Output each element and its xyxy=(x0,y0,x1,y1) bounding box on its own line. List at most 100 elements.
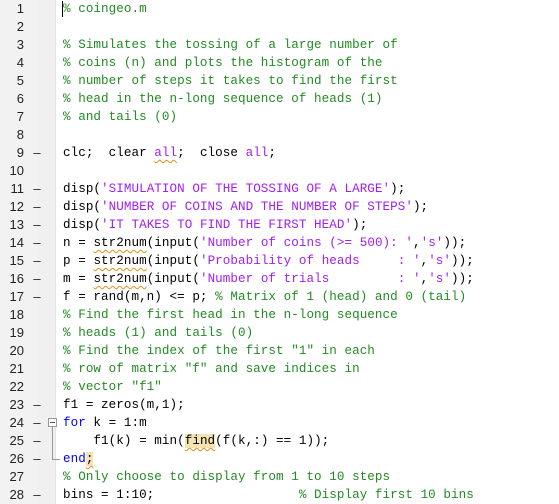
executable-line-marker[interactable]: – xyxy=(30,432,44,450)
line-number: 14 xyxy=(9,235,24,250)
code-token: str2num xyxy=(93,254,147,268)
code-token: (input( xyxy=(146,272,200,286)
executable-line-marker[interactable]: – xyxy=(30,252,44,270)
code-line[interactable]: 11– disp('SIMULATION OF THE TOSSING OF A … xyxy=(0,180,559,198)
code-text: % Find the index of the first "1" in eac… xyxy=(63,342,375,360)
code-line[interactable]: 6 % head in the n-long sequence of heads … xyxy=(0,90,559,108)
code-line[interactable]: 3 % Simulates the tossing of a large numb… xyxy=(0,36,559,54)
line-number: 4 xyxy=(16,55,24,70)
executable-line-marker[interactable]: – xyxy=(30,234,44,252)
code-token: 'Number of trials : ' xyxy=(199,272,421,286)
code-token: disp( xyxy=(63,182,102,196)
code-token: % head in the n-long sequence of heads (… xyxy=(63,92,383,106)
code-token: % Find the index of the first "1" in eac… xyxy=(63,344,375,358)
code-text: disp('NUMBER OF COINS AND THE NUMBER OF … xyxy=(63,198,428,216)
line-number: 21 xyxy=(9,361,24,376)
code-text: % Only choose to display from 1 to 10 st… xyxy=(63,468,390,486)
code-line[interactable]: 20 % Find the index of the first "1" in e… xyxy=(0,342,559,360)
code-token: f1(k) = min( xyxy=(63,434,185,448)
code-token: ; xyxy=(85,452,94,466)
code-token: str2num xyxy=(93,236,147,250)
executable-line-marker[interactable]: – xyxy=(30,396,44,414)
code-token: ; close xyxy=(177,146,246,160)
code-text: p = str2num(input('Probability of heads … xyxy=(63,252,474,270)
code-token: % and tails (0) xyxy=(63,110,178,124)
line-number: 19 xyxy=(9,325,24,340)
code-token: clc; clear xyxy=(63,146,155,160)
executable-line-marker[interactable]: – xyxy=(30,216,44,234)
code-line[interactable]: 10 xyxy=(0,162,559,180)
code-line[interactable]: 5 % number of steps it takes to find the … xyxy=(0,72,559,90)
code-line[interactable]: 19 % heads (1) and tails (0) xyxy=(0,324,559,342)
code-line[interactable]: 22 % vector "f1" xyxy=(0,378,559,396)
executable-line-marker[interactable]: – xyxy=(30,144,44,162)
code-text: disp('IT TAKES TO FIND THE FIRST HEAD'); xyxy=(63,216,367,234)
code-line[interactable]: 7 % and tails (0) xyxy=(0,108,559,126)
line-number: 22 xyxy=(9,379,24,394)
line-number: 28 xyxy=(9,487,24,502)
code-token: % Only choose to display from 1 to 10 st… xyxy=(63,470,391,484)
line-number: 13 xyxy=(9,217,24,232)
code-token: )); xyxy=(451,254,474,268)
line-number: 26 xyxy=(9,451,24,466)
code-token: )); xyxy=(443,236,467,250)
code-line[interactable]: 4 % coins (n) and plots the histogram of … xyxy=(0,54,559,72)
code-line[interactable]: 16– m = str2num(input('Number of trials :… xyxy=(0,270,559,288)
line-number: 11 xyxy=(10,181,25,196)
code-line[interactable]: 21 % row of matrix "f" and save indices i… xyxy=(0,360,559,378)
executable-line-marker[interactable]: – xyxy=(30,450,44,468)
code-line[interactable]: 15– p = str2num(input('Probability of hea… xyxy=(0,252,559,270)
line-number: 12 xyxy=(9,199,24,214)
code-line[interactable]: 2 xyxy=(0,18,559,36)
line-number: 5 xyxy=(16,73,24,88)
code-token: all xyxy=(154,146,178,160)
code-token: p = xyxy=(63,254,94,268)
code-line[interactable]: 24– for k = 1:m xyxy=(0,414,559,432)
code-token: % vector "f1" xyxy=(63,380,162,394)
code-line[interactable]: 25– f1(k) = min(find(f(k,:) == 1)); xyxy=(0,432,559,450)
executable-line-marker[interactable]: – xyxy=(30,288,44,306)
executable-line-marker[interactable]: – xyxy=(30,198,44,216)
code-text: % coins (n) and plots the histogram of t… xyxy=(63,54,383,72)
code-text: % Simulates the tossing of a large numbe… xyxy=(63,36,398,54)
code-line[interactable]: 27 % Only choose to display from 1 to 10 … xyxy=(0,468,559,486)
code-token: str2num xyxy=(93,272,147,286)
code-token: % coingeo.m xyxy=(63,2,147,16)
line-number: 27 xyxy=(9,469,24,484)
executable-line-marker[interactable]: – xyxy=(30,486,44,504)
code-text: m = str2num(input('Number of trials : ',… xyxy=(63,270,474,288)
code-token: % coins (n) and plots the histogram of t… xyxy=(63,56,383,70)
code-line[interactable]: 26– end; xyxy=(0,450,559,468)
code-token: ); xyxy=(352,218,368,232)
code-line[interactable]: 13– disp('IT TAKES TO FIND THE FIRST HEAD… xyxy=(0,216,559,234)
code-token: m = xyxy=(63,272,94,286)
line-number: 10 xyxy=(9,163,24,178)
code-token: 'Number of coins (>= 500): ' xyxy=(199,236,413,250)
code-line[interactable]: 14– n = str2num(input('Number of coins (>… xyxy=(0,234,559,252)
collapse-fold-icon[interactable] xyxy=(48,418,57,427)
code-line[interactable]: 18 % Find the first head in the n-long se… xyxy=(0,306,559,324)
code-token: (input( xyxy=(146,254,200,268)
code-line[interactable]: 12– disp('NUMBER OF COINS AND THE NUMBER … xyxy=(0,198,559,216)
code-token: n = xyxy=(63,236,94,250)
code-line[interactable]: 1 % coingeo.m xyxy=(0,0,559,18)
code-text: % vector "f1" xyxy=(63,378,162,396)
line-number: 2 xyxy=(16,19,24,34)
code-line[interactable]: 9– clc; clear all; close all; xyxy=(0,144,559,162)
executable-line-marker[interactable]: – xyxy=(30,414,44,432)
line-number: 9 xyxy=(16,145,24,160)
code-token: ); xyxy=(390,182,406,196)
code-token: 's' xyxy=(420,236,444,250)
code-token: end xyxy=(63,452,86,466)
code-token: % Display first 10 bins xyxy=(298,488,474,502)
code-token: % Simulates the tossing of a large numbe… xyxy=(63,38,398,52)
line-number: 3 xyxy=(16,37,24,52)
code-line[interactable]: 28– bins = 1:10; % Display first 10 bins xyxy=(0,486,559,504)
executable-line-marker[interactable]: – xyxy=(30,180,44,198)
line-number: 16 xyxy=(9,271,24,286)
code-line[interactable]: 8 xyxy=(0,126,559,144)
executable-line-marker[interactable]: – xyxy=(30,270,44,288)
code-line[interactable]: 17– f = rand(m,n) <= p; % Matrix of 1 (he… xyxy=(0,288,559,306)
line-number: 15 xyxy=(9,253,24,268)
code-line[interactable]: 23– f1 = zeros(m,1); xyxy=(0,396,559,414)
